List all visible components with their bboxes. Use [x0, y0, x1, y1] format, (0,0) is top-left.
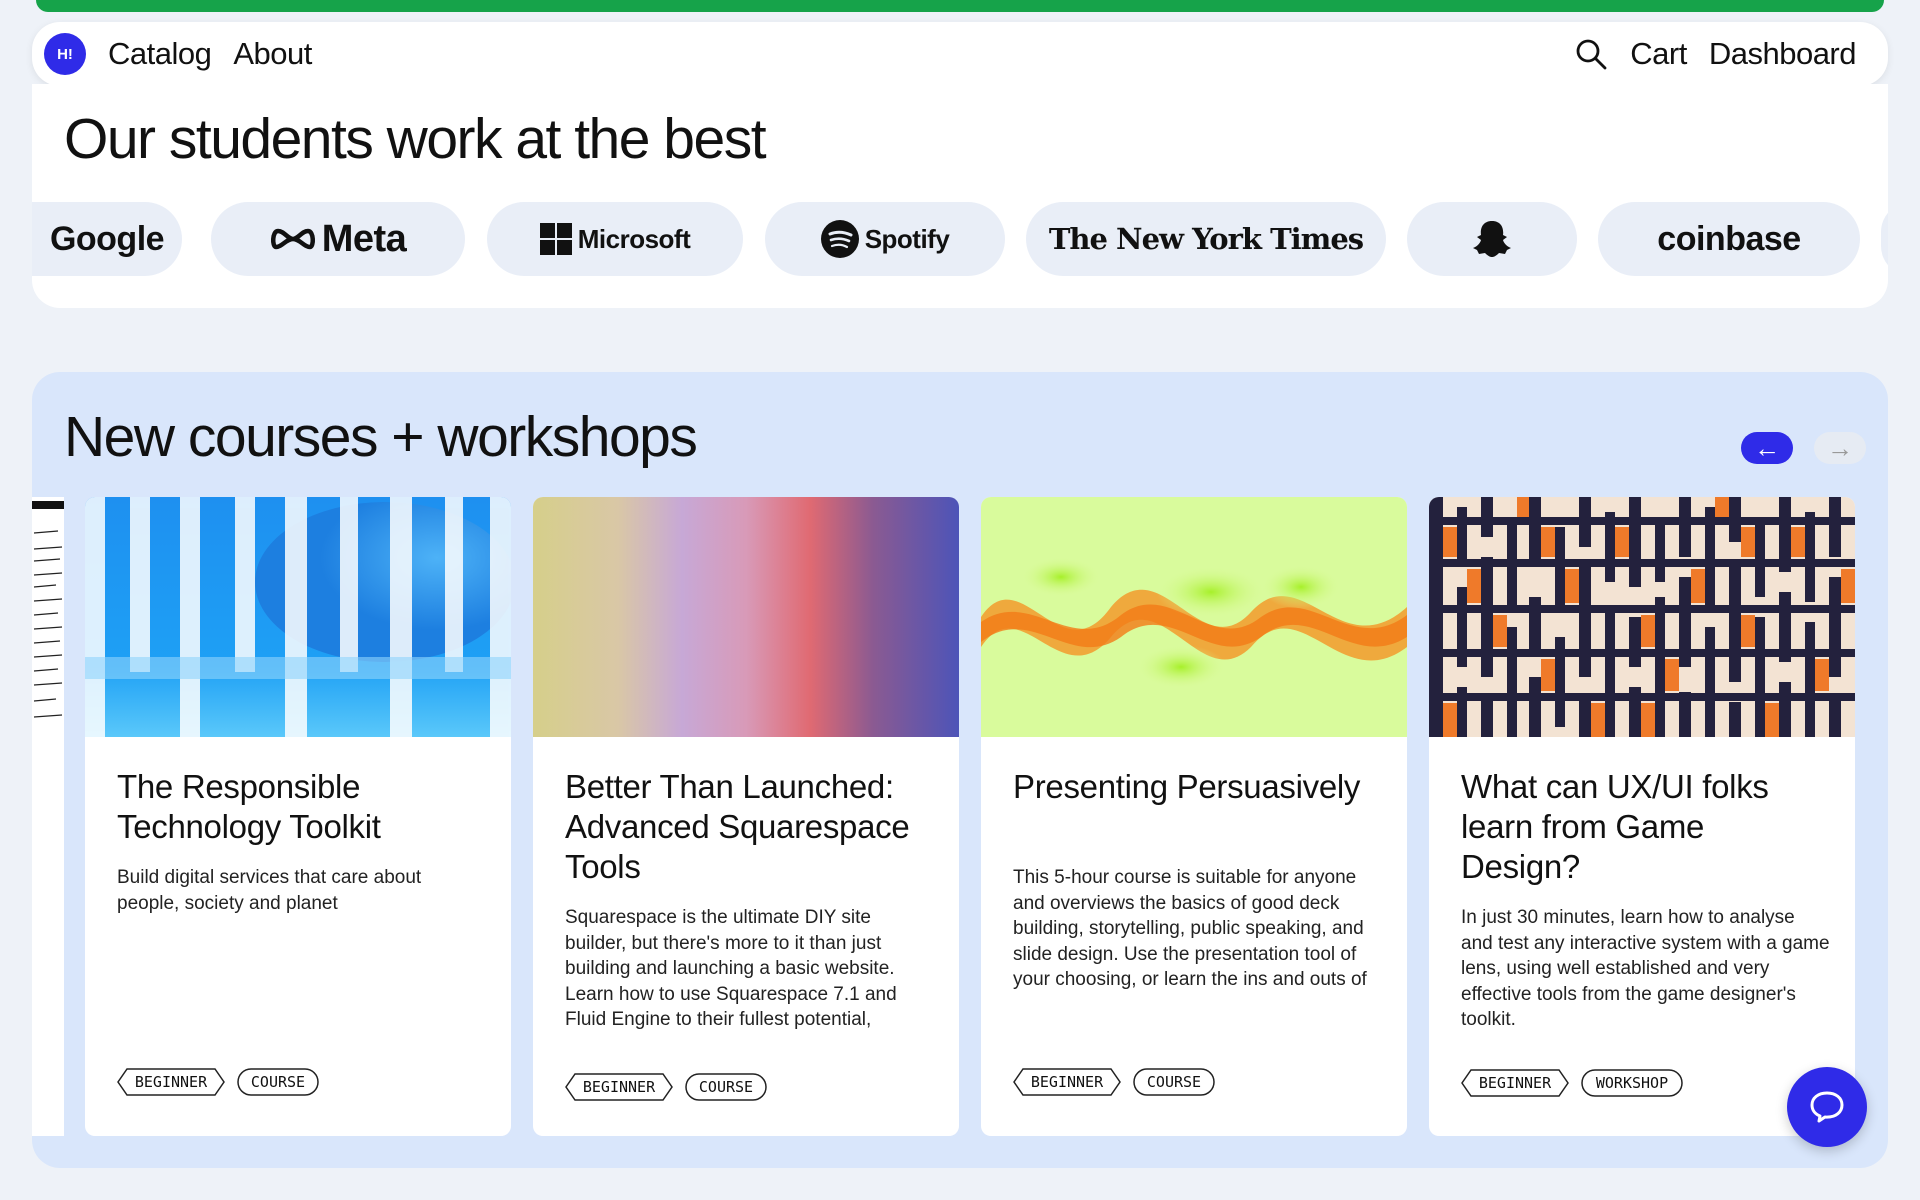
course-title: Presenting Persuasively [1013, 768, 1361, 805]
top-accent-bar [36, 0, 1884, 12]
partial-card-sketch-image [32, 497, 64, 737]
course-tags: BEGINNER WORKSHOP [1461, 1069, 1683, 1097]
tag-type: COURSE [1133, 1068, 1215, 1096]
course-card-image [85, 497, 511, 737]
company-logo-coinbase: coinbase [1598, 202, 1860, 276]
tag-level: BEGINNER [565, 1073, 673, 1101]
arrow-left-icon: ← [1754, 432, 1780, 463]
course-description: Build digital services that care about p… [117, 867, 422, 914]
course-title: Better Than Launched: Advanced Squarespa… [565, 768, 910, 885]
tag-type-text: WORKSHOP [1596, 1074, 1668, 1092]
microsoft-logo-text: Microsoft [577, 223, 691, 254]
nav-about-link[interactable]: About [233, 36, 312, 72]
chat-support-button[interactable] [1787, 1067, 1867, 1147]
partial-course-card[interactable] [32, 497, 64, 1136]
nav-catalog-link[interactable]: Catalog [108, 36, 212, 72]
search-icon[interactable] [1574, 37, 1608, 71]
tag-level-text: BEGINNER [583, 1078, 656, 1096]
company-logo-microsoft: Microsoft [487, 202, 743, 276]
course-card-image [1429, 497, 1855, 737]
course-tags: BEGINNER COURSE [565, 1073, 767, 1101]
course-description: This 5-hour course is suitable for anyon… [1013, 867, 1367, 990]
students-section: Our students work at the best Google Met… [32, 84, 1888, 308]
courses-heading: New courses + workshops [64, 405, 698, 469]
snapchat-ghost-icon [1473, 221, 1511, 257]
carousel-next-button[interactable]: → [1814, 432, 1866, 464]
tag-type-text: COURSE [251, 1073, 305, 1091]
spotify-icon [820, 220, 859, 258]
logo[interactable]: H! [44, 33, 86, 75]
course-card[interactable]: Better Than Launched: Advanced Squarespa… [533, 497, 959, 1136]
tag-level-text: BEGINNER [1479, 1074, 1552, 1092]
nytimes-logo-text: The New York Times [1048, 222, 1364, 256]
course-title: What can UX/UI folks learn from Game Des… [1461, 768, 1769, 885]
meta-infinity-icon [270, 228, 315, 250]
tag-level: BEGINNER [1013, 1068, 1121, 1096]
course-card-image [981, 497, 1407, 737]
tag-type-text: COURSE [699, 1078, 753, 1096]
meta-logo-text: Meta [321, 217, 407, 260]
tag-level: BEGINNER [1461, 1069, 1569, 1097]
nav-dashboard-link[interactable]: Dashboard [1709, 36, 1857, 72]
tag-type: COURSE [237, 1068, 319, 1096]
course-title: The Responsible Technology Toolkit [117, 768, 381, 845]
company-logo-nytimes: The New York Times [1026, 202, 1386, 276]
company-logo-google: Google [32, 202, 182, 276]
spotify-logo-text: Spotify [864, 223, 950, 254]
tag-type: WORKSHOP [1581, 1069, 1683, 1097]
course-tags: BEGINNER COURSE [1013, 1068, 1215, 1096]
course-card[interactable]: The Responsible Technology Toolkit Build… [85, 497, 511, 1136]
arrow-right-icon: → [1827, 432, 1853, 463]
chat-bubble-icon [1810, 1091, 1844, 1123]
navbar: H! Catalog About Cart Dashboard [32, 22, 1888, 86]
courses-section: New courses + workshops ← → The Responsi… [32, 372, 1888, 1168]
course-description: In just 30 minutes, learn how to analyse… [1461, 907, 1830, 1030]
tag-level-text: BEGINNER [1031, 1073, 1104, 1091]
course-card-image [533, 497, 959, 737]
company-logo-partial [1881, 202, 1888, 276]
company-logo-meta: Meta [211, 202, 465, 276]
nav-cart-link[interactable]: Cart [1630, 36, 1687, 72]
microsoft-squares-icon [539, 223, 572, 255]
nav-right-group: Cart Dashboard [1574, 36, 1876, 72]
coinbase-logo-text: coinbase [1657, 219, 1801, 258]
carousel-prev-button[interactable]: ← [1741, 432, 1793, 464]
tag-type-text: COURSE [1147, 1073, 1201, 1091]
course-description: Squarespace is the ultimate DIY site bui… [565, 907, 897, 1030]
company-logo-spotify: Spotify [765, 202, 1005, 276]
company-logo-snapchat [1407, 202, 1577, 276]
tag-level-text: BEGINNER [135, 1073, 208, 1091]
tag-level: BEGINNER [117, 1068, 225, 1096]
students-heading: Our students work at the best [64, 107, 767, 171]
course-card[interactable]: What can UX/UI folks learn from Game Des… [1429, 497, 1855, 1136]
google-logo-text: Google [49, 219, 165, 258]
tag-type: COURSE [685, 1073, 767, 1101]
course-card[interactable]: Presenting Persuasively This 5-hour cour… [981, 497, 1407, 1136]
course-tags: BEGINNER COURSE [117, 1068, 319, 1096]
